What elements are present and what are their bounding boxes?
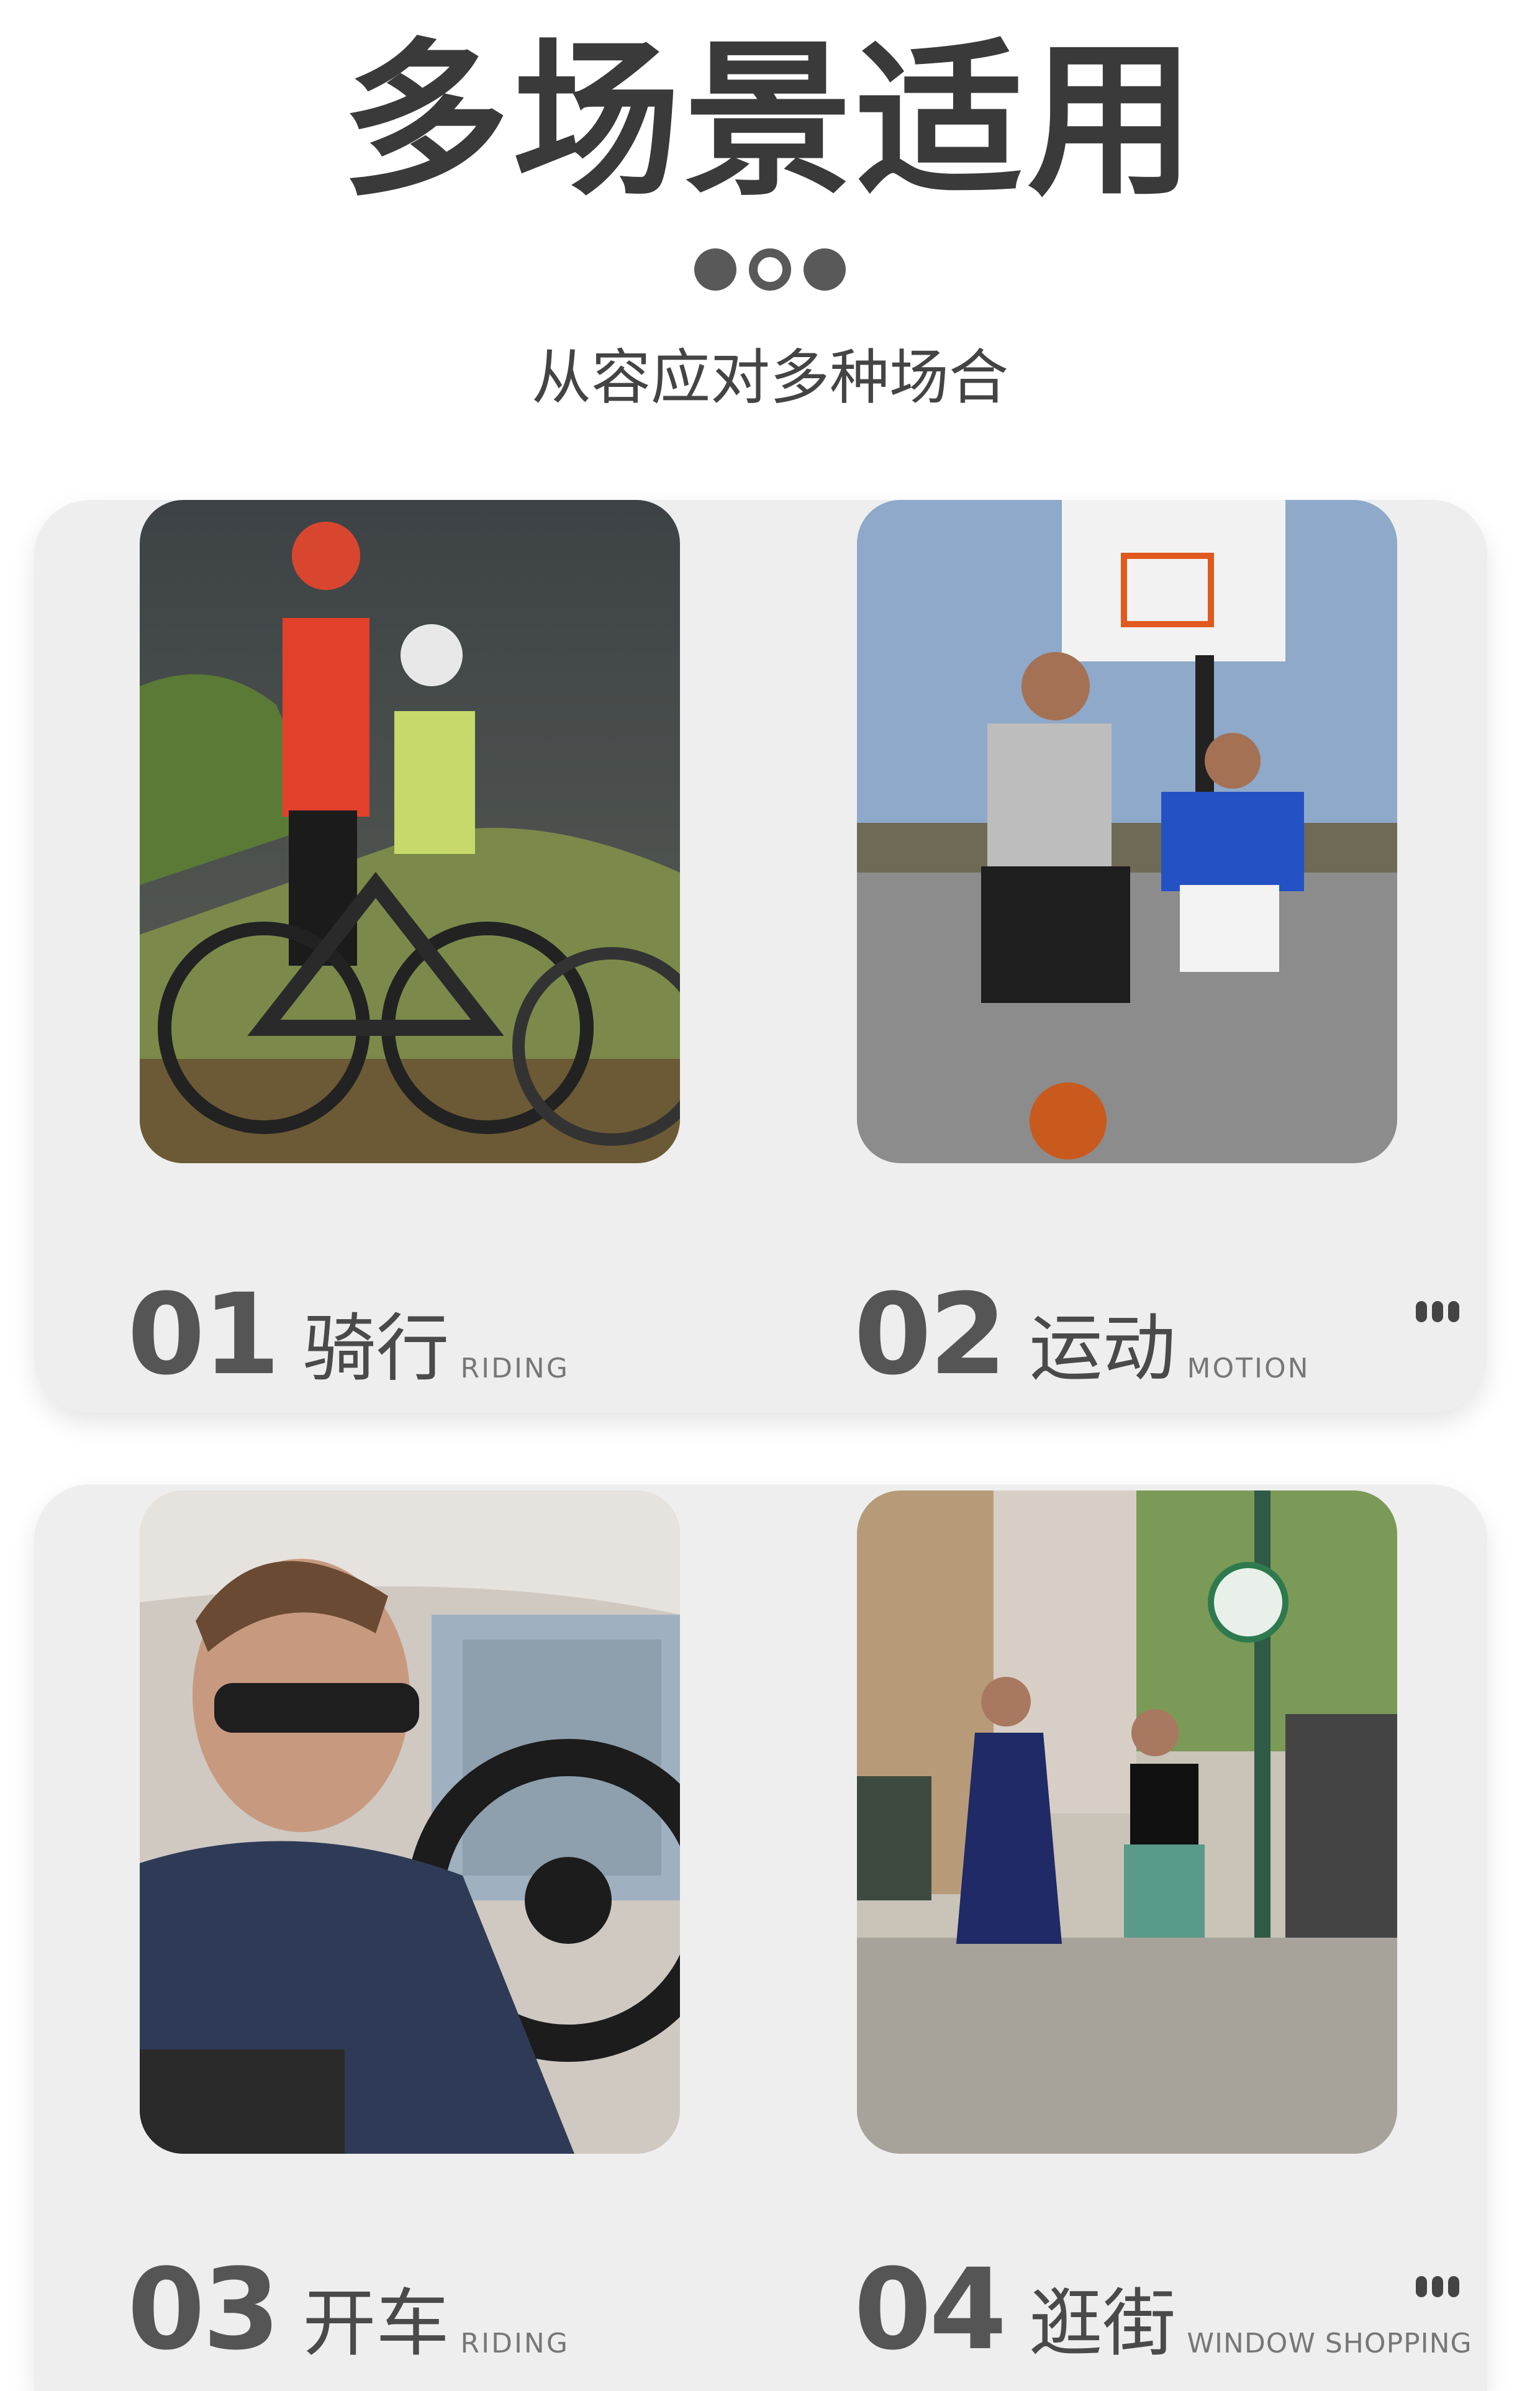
more-icon[interactable] — [1416, 2276, 1459, 2297]
scene-label-cn: 骑行 — [302, 1305, 450, 1391]
scene-label-cn: 逛街 — [1029, 2280, 1176, 2366]
scene-number: 02 — [854, 1270, 1007, 1400]
scene-card-row-2: 03 开车 RIDING 04 逛街 WINDOW SHOPPING — [34, 1484, 1487, 2391]
scene-label-en: WINDOW SHOPPING — [1187, 2328, 1472, 2359]
scene-number: 01 — [127, 1270, 280, 1400]
cycling-photo — [140, 500, 680, 1163]
more-icon[interactable] — [1416, 1301, 1459, 1322]
scene-number: 03 — [127, 2245, 280, 2375]
basketball-photo — [857, 500, 1397, 1163]
scene-number: 04 — [854, 2245, 1007, 2375]
ring-dot-icon — [749, 248, 791, 291]
scene-label-en: RIDING — [460, 1353, 569, 1384]
page-title: 多场景适用 — [342, 23, 1198, 219]
dot-icon — [804, 248, 846, 291]
dot-icon — [694, 248, 736, 291]
scene-card-row-1: 01 骑行 RIDING 02 运动 MOTION — [34, 500, 1487, 1413]
driving-photo — [140, 1490, 680, 2154]
scene-label-cn: 运动 — [1029, 1305, 1176, 1391]
scene-caption: 04 逛街 WINDOW SHOPPING — [854, 2242, 1472, 2366]
scene-caption: 02 运动 MOTION — [854, 1267, 1310, 1391]
shopping-photo — [857, 1490, 1397, 2154]
scene-label-en: MOTION — [1187, 1353, 1310, 1384]
scene-label-cn: 开车 — [302, 2280, 450, 2366]
page-subtitle: 从容应对多种场合 — [532, 343, 1008, 412]
scene-caption: 03 开车 RIDING — [127, 2242, 569, 2366]
scene-caption: 01 骑行 RIDING — [127, 1267, 569, 1391]
decorative-dots — [0, 248, 1540, 291]
scene-label-en: RIDING — [460, 2328, 569, 2359]
